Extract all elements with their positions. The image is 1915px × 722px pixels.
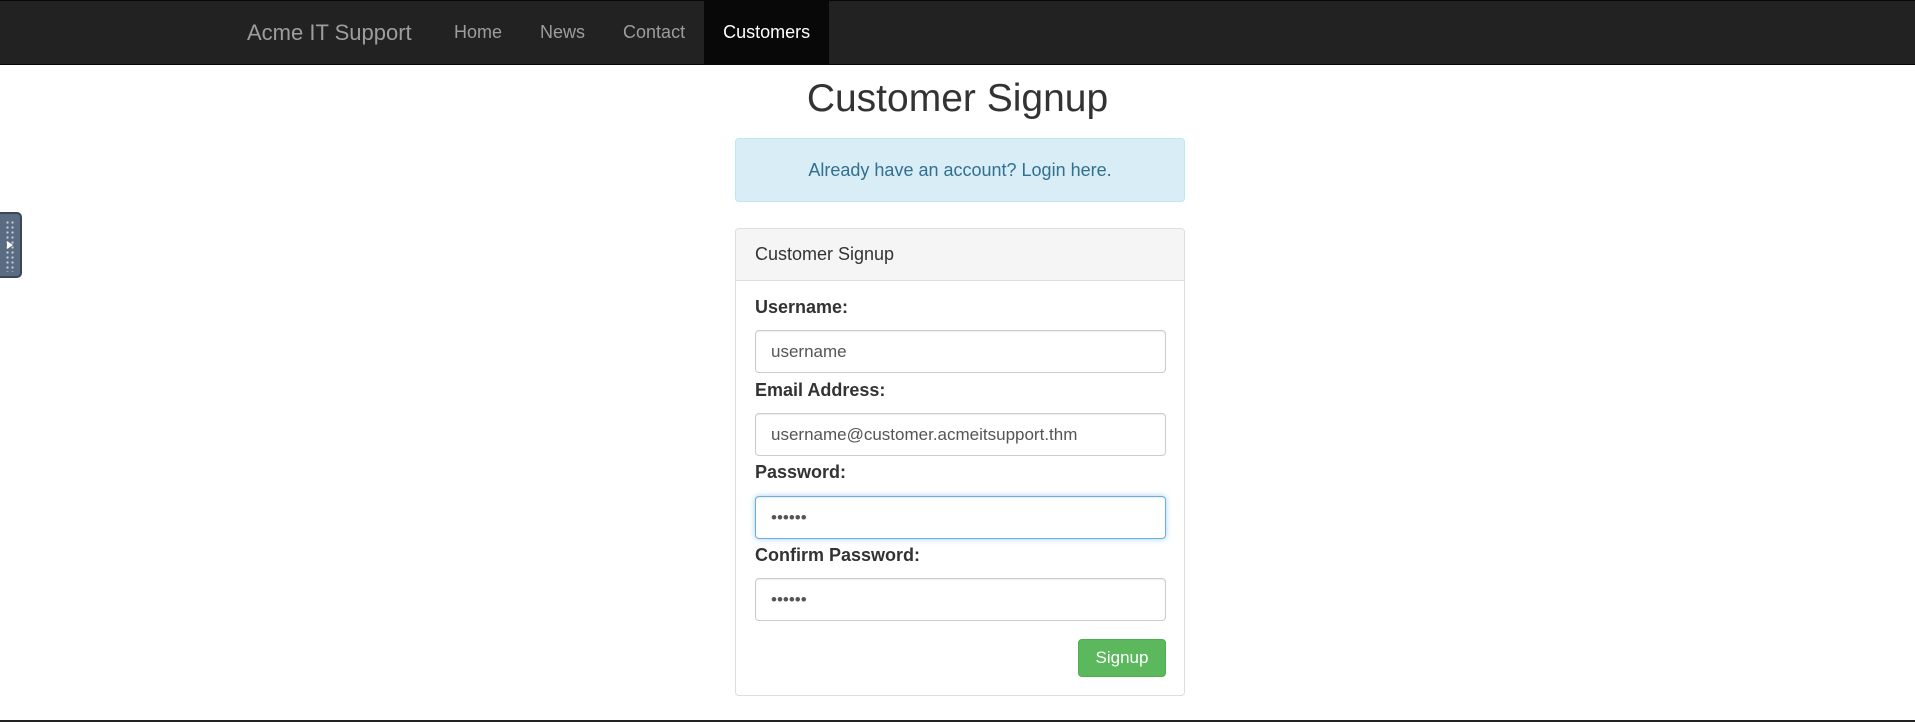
nav-item-home[interactable]: Home bbox=[435, 1, 521, 64]
username-input[interactable] bbox=[755, 330, 1166, 373]
signup-button[interactable]: Signup bbox=[1078, 639, 1166, 677]
panel-heading: Customer Signup bbox=[736, 229, 1184, 281]
nav-item-contact[interactable]: Contact bbox=[604, 1, 704, 64]
nav-menu: Home News Contact Customers bbox=[435, 1, 830, 64]
side-panel-toggle[interactable] bbox=[0, 212, 22, 278]
confirm-password-label: Confirm Password: bbox=[755, 545, 921, 565]
password-label: Password: bbox=[755, 462, 847, 482]
page-title: Customer Signup bbox=[806, 77, 1109, 120]
top-navbar: Acme IT Support Home News Contact Custom… bbox=[0, 0, 1915, 65]
navbar-brand[interactable]: Acme IT Support bbox=[247, 1, 412, 64]
password-input[interactable] bbox=[755, 496, 1166, 539]
username-label: Username: bbox=[755, 297, 849, 317]
signup-panel: Customer Signup Username: Email Address:… bbox=[735, 228, 1185, 696]
play-arrow-icon bbox=[7, 241, 13, 249]
nav-item-news[interactable]: News bbox=[521, 1, 604, 64]
login-link-alert[interactable]: Already have an account? Login here. bbox=[735, 138, 1185, 202]
email-input[interactable] bbox=[755, 413, 1166, 456]
email-label: Email Address: bbox=[755, 380, 886, 400]
confirm-password-input[interactable] bbox=[755, 578, 1166, 621]
nav-item-customers[interactable]: Customers bbox=[704, 1, 830, 64]
